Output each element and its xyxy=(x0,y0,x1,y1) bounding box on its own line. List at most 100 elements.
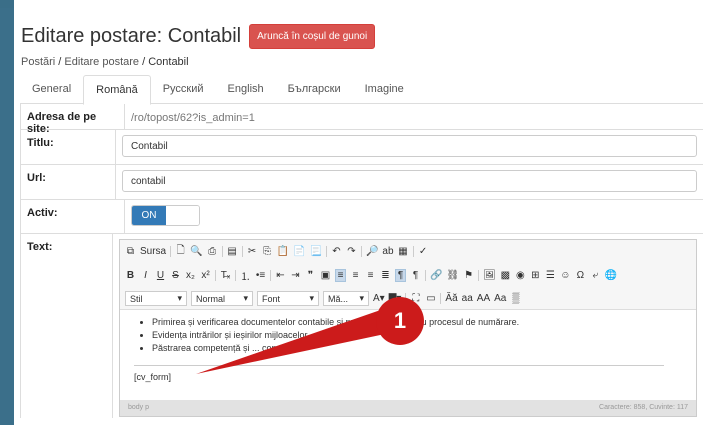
italic-icon[interactable]: I xyxy=(140,270,151,281)
text-label: Text: xyxy=(21,234,113,418)
special-char-icon[interactable]: Ω xyxy=(575,270,586,281)
site-address-value: /ro/topost/62?is_admin=1 xyxy=(131,112,255,124)
toolbar-separator xyxy=(170,246,172,257)
undo-icon[interactable]: ↶ xyxy=(331,246,342,257)
indent-icon[interactable]: ⇥ xyxy=(290,270,301,281)
row-site-address: Adresa de pe site: /ro/topost/62?is_admi… xyxy=(21,104,703,135)
font-dropdown[interactable]: Font ▾ xyxy=(257,291,319,306)
toolbar-separator xyxy=(221,246,223,257)
title-cell: Contabil xyxy=(116,130,703,164)
align-right-icon[interactable]: ≡ xyxy=(365,270,376,281)
find-icon[interactable]: 🔎 xyxy=(366,246,378,257)
post-form: Adresa de pe site: /ro/topost/62?is_admi… xyxy=(20,104,703,418)
cleanup-icon[interactable]: ▒ xyxy=(510,293,521,304)
blockquote-icon[interactable]: ❞ xyxy=(305,270,316,281)
tab-english[interactable]: English xyxy=(216,75,276,104)
show-blocks-icon[interactable]: ▭ xyxy=(425,293,436,304)
paste-icon[interactable]: 📋 xyxy=(277,246,289,257)
transliterate-icon[interactable]: Ăă xyxy=(445,293,457,304)
new-page-icon[interactable]: 🗋 xyxy=(175,243,186,260)
toggle-on: ON xyxy=(132,206,166,225)
tab-bulgarian[interactable]: Български xyxy=(276,75,353,104)
outdent-icon[interactable]: ⇤ xyxy=(275,270,286,281)
size-dropdown[interactable]: Mă... ▾ xyxy=(323,291,369,306)
chevron-down-icon: ▾ xyxy=(359,293,364,303)
bold-icon[interactable]: B xyxy=(125,270,136,281)
remove-format-icon[interactable]: T̶ₓ xyxy=(220,270,231,281)
language-tabs: General Română Русский English Български… xyxy=(20,75,703,105)
spellcheck-icon[interactable]: ✓ xyxy=(418,246,429,257)
underline-icon[interactable]: U xyxy=(155,270,166,281)
copy-icon[interactable]: ⎘ xyxy=(262,246,273,257)
justify-icon[interactable]: ≣ xyxy=(380,270,391,281)
titlecase-icon[interactable]: Aa xyxy=(494,293,506,304)
flash-icon[interactable]: ▩ xyxy=(500,270,511,281)
redo-icon[interactable]: ↷ xyxy=(346,246,357,257)
youtube-icon[interactable]: ◉ xyxy=(515,270,526,281)
div-icon[interactable]: ▣ xyxy=(320,270,331,281)
align-center-icon[interactable]: ≡ xyxy=(350,270,361,281)
url-input[interactable]: contabil xyxy=(122,170,697,192)
strike-icon[interactable]: S xyxy=(170,270,181,281)
subscript-icon[interactable]: x₂ xyxy=(185,270,196,281)
toolbar-separator xyxy=(325,246,327,257)
uppercase-icon[interactable]: AA xyxy=(477,293,490,304)
element-path[interactable]: body p xyxy=(128,404,149,412)
word-count: Caractere: 858, Cuvinte: 117 xyxy=(599,404,688,411)
source-button[interactable]: Sursa xyxy=(140,246,166,257)
source-icon[interactable]: ⧉ xyxy=(125,246,136,257)
paste-word-icon[interactable]: 📃 xyxy=(309,246,321,257)
rtl-icon[interactable]: ¶ xyxy=(410,270,421,281)
table-icon[interactable]: ⊞ xyxy=(530,270,541,281)
page-break-icon[interactable]: ⤶ xyxy=(590,270,601,281)
title-row: Editare postare: Contabil Aruncă în coșu… xyxy=(21,24,376,49)
tab-general[interactable]: General xyxy=(20,75,83,104)
superscript-icon[interactable]: x² xyxy=(200,270,211,281)
annotation-badge: 1 xyxy=(376,297,424,345)
numbered-list-icon[interactable]: ⒈ xyxy=(240,268,251,283)
tab-russian[interactable]: Русский xyxy=(151,75,216,104)
content-divider xyxy=(134,365,664,366)
page-title: Editare postare: Contabil xyxy=(21,25,242,47)
bulleted-list-icon[interactable]: •≡ xyxy=(255,270,266,281)
list-item: Păstrarea competență și ... con... xyxy=(152,342,682,355)
url-cell: contabil xyxy=(116,165,703,199)
image-icon[interactable]: 🖼 xyxy=(483,270,496,281)
breadcrumb-edit[interactable]: Editare postare xyxy=(64,56,139,68)
active-cell: ON xyxy=(125,200,703,233)
smiley-icon[interactable]: ☺ xyxy=(560,270,571,281)
tab-image[interactable]: Imagine xyxy=(353,75,416,104)
align-left-icon[interactable]: ≡ xyxy=(335,269,346,282)
print-icon[interactable]: ⎙ xyxy=(207,246,218,257)
trash-button[interactable]: Aruncă în coșul de gunoi xyxy=(249,24,376,49)
select-all-icon[interactable]: ▦ xyxy=(398,246,409,257)
paste-text-icon[interactable]: 📄 xyxy=(293,246,305,257)
breadcrumb-current: Contabil xyxy=(148,56,189,68)
lowercase-icon[interactable]: aa xyxy=(462,293,473,304)
cut-icon[interactable]: ✂ xyxy=(247,246,258,257)
templates-icon[interactable]: ▤ xyxy=(227,246,238,257)
format-dropdown-value: Normal xyxy=(196,293,226,304)
hr-icon[interactable]: ☰ xyxy=(545,270,556,281)
style-dropdown[interactable]: Stil ▾ xyxy=(125,291,187,306)
replace-icon[interactable]: ab xyxy=(382,246,393,257)
chevron-down-icon: ▾ xyxy=(243,293,248,303)
toolbar-separator xyxy=(478,270,480,281)
tab-romana[interactable]: Română xyxy=(83,75,151,105)
anchor-icon[interactable]: ⚑ xyxy=(463,270,474,281)
iframe-icon[interactable]: 🌐 xyxy=(605,270,617,281)
toolbar-separator xyxy=(360,246,362,257)
breadcrumb-posts[interactable]: Postări xyxy=(21,56,55,68)
title-input[interactable]: Contabil xyxy=(122,135,697,157)
link-icon[interactable]: 🔗 xyxy=(430,270,442,281)
cv-form-shortcode: [cv_form] xyxy=(134,372,172,382)
format-dropdown[interactable]: Normal ▾ xyxy=(191,291,253,306)
breadcrumb-sep: / xyxy=(139,56,149,68)
size-dropdown-value: Mă... xyxy=(328,293,349,304)
toolbar-separator xyxy=(270,270,271,281)
preview-icon[interactable]: 🔍 xyxy=(190,246,202,257)
active-toggle[interactable]: ON xyxy=(131,205,200,226)
title-label: Titlu: xyxy=(21,130,116,164)
unlink-icon[interactable]: ⛓ xyxy=(446,270,459,281)
ltr-icon[interactable]: ¶ xyxy=(395,269,406,282)
